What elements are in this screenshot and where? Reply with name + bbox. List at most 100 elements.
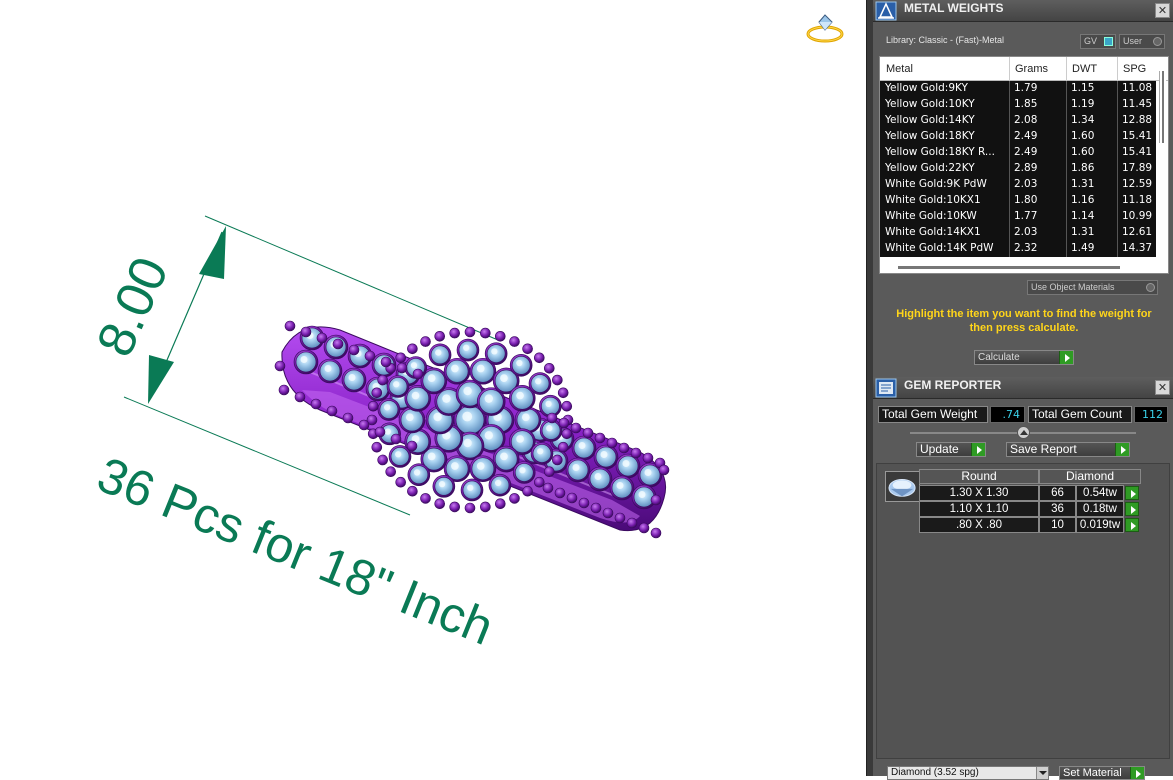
material-select[interactable]: Diamond (3.52 spg) [887, 766, 1049, 780]
table-horizontal-scrollbar[interactable] [898, 266, 1120, 269]
table-row[interactable]: Yellow Gold:9KY 1.79 1.15 11.08 [880, 81, 1156, 97]
table-row[interactable]: White Gold:10KW 1.77 1.14 10.99 [880, 209, 1156, 225]
gem-highlight [535, 378, 542, 385]
user-toggle[interactable]: User [1119, 34, 1165, 49]
panel-splitter[interactable] [866, 0, 873, 776]
bead [278, 384, 290, 396]
gem-highlight [348, 374, 356, 381]
gem-reporter-close-button[interactable]: ✕ [1155, 380, 1170, 395]
gem-count: 10 [1039, 517, 1076, 533]
gem-highlight [516, 435, 524, 443]
column-header-grams[interactable]: Grams [1015, 63, 1048, 75]
table-row[interactable]: White Gold:14K PdW 2.32 1.49 14.37 [880, 241, 1156, 257]
bead [464, 326, 476, 338]
calculate-label: Calculate [978, 352, 1020, 363]
play-icon [1115, 443, 1129, 456]
bead [407, 485, 418, 497]
bead [374, 426, 386, 438]
table-row[interactable]: Yellow Gold:14KY 2.08 1.34 12.88 [880, 113, 1156, 129]
gem-highlight [451, 364, 459, 373]
3d-viewport[interactable]: 8.00 36 Pcs for 18" Inch [0, 0, 866, 776]
table-row[interactable]: White Gold:10KX1 1.80 1.16 11.18 [880, 193, 1156, 209]
table-vertical-scrollbar[interactable] [1159, 71, 1166, 143]
gem-report-icon [875, 378, 897, 398]
gem-highlight [491, 348, 498, 355]
table-row[interactable]: Yellow Gold:22KY 2.89 1.86 17.89 [880, 161, 1156, 177]
bead [494, 498, 506, 509]
set-material-button[interactable]: Set Material [1059, 766, 1145, 780]
user-toggle-indicator [1153, 37, 1162, 46]
select-gem-button[interactable] [1125, 518, 1139, 532]
gem-highlight [384, 428, 391, 435]
gem-highlight [324, 365, 332, 372]
table-row[interactable]: White Gold:9K PdW 2.03 1.31 12.59 [880, 177, 1156, 193]
bead [310, 398, 322, 410]
metal-weights-close-button[interactable]: ✕ [1155, 3, 1170, 18]
gv-toggle-label: GV [1084, 36, 1098, 46]
bead [522, 343, 533, 355]
bead [464, 502, 476, 514]
dimension-value: 8.00 [86, 249, 180, 365]
bead [348, 344, 360, 356]
gem-count: 36 [1039, 501, 1076, 517]
gem-highlight [500, 374, 508, 383]
update-button[interactable]: Update [916, 442, 986, 457]
use-object-materials-toggle[interactable]: Use Object Materials [1027, 280, 1158, 295]
gem-highlight [546, 425, 553, 432]
scale-icon [875, 1, 897, 21]
gem-highlight [594, 473, 602, 480]
bead [650, 494, 662, 506]
round-gem-thumbnail[interactable] [885, 471, 920, 502]
gem-row[interactable]: .80 X .80 10 0.019tw [919, 517, 1171, 533]
metal-weights-header: METAL WEIGHTS ✕ [873, 0, 1173, 22]
gem-highlight [435, 349, 442, 356]
gem-highlight [537, 448, 544, 455]
bead [509, 336, 520, 347]
total-gem-count-label: Total Gem Count [1028, 406, 1132, 423]
metal-rows: Yellow Gold:9KY 1.79 1.15 11.08 Yellow Gold… [880, 81, 1156, 257]
round-gem-icon [888, 479, 916, 497]
column-header-dwt[interactable]: DWT [1072, 63, 1097, 75]
gem-highlight [427, 374, 436, 383]
bead [533, 352, 545, 364]
bead [385, 466, 397, 478]
gem-weight: 0.019tw [1076, 517, 1124, 533]
table-row[interactable]: Yellow Gold:18KY R... 2.49 1.60 15.41 [880, 145, 1156, 161]
column-header-spg[interactable]: SPG [1123, 63, 1146, 75]
bead [274, 360, 286, 372]
gem-row[interactable]: 1.30 X 1.30 66 0.54tw [919, 485, 1171, 501]
table-row[interactable]: White Gold:14KX1 2.03 1.31 12.61 [880, 225, 1156, 241]
bead [367, 400, 379, 412]
gem-report-list: Round Diamond 1.30 X 1.30 66 0.54tw 1.10… [876, 463, 1170, 759]
gem-row[interactable]: 1.10 X 1.10 36 0.18tw [919, 501, 1171, 517]
column-header-metal[interactable]: Metal [886, 63, 913, 75]
bead [566, 492, 578, 504]
bead [406, 440, 418, 452]
select-gem-button[interactable] [1125, 502, 1139, 516]
bead [557, 387, 569, 399]
gem-weight: 0.18tw [1076, 501, 1124, 517]
gem-reporter-header: GEM REPORTER ✕ [873, 377, 1173, 399]
bead [533, 476, 545, 488]
metal-weights-title: METAL WEIGHTS [904, 1, 1004, 15]
view-orientation-icon[interactable] [805, 12, 845, 44]
chevron-down-icon [1036, 767, 1048, 779]
calculate-button[interactable]: Calculate [974, 350, 1074, 365]
bead [407, 343, 418, 355]
bead [342, 412, 354, 424]
gv-toggle[interactable]: GV [1080, 34, 1116, 49]
table-row[interactable]: Yellow Gold:18KY 2.49 1.60 15.41 [880, 129, 1156, 145]
bead [396, 362, 408, 374]
select-gem-button[interactable] [1125, 486, 1139, 500]
gem-highlight [516, 359, 523, 367]
gem-material-header: Diamond [1039, 469, 1141, 484]
metal-weights-table[interactable]: Metal Grams DWT SPG Yellow Gold:9KY 1.79 1… [879, 56, 1169, 274]
gem-highlight [616, 482, 624, 489]
user-toggle-label: User [1123, 36, 1143, 46]
save-report-button[interactable]: Save Report [1006, 442, 1130, 457]
table-row[interactable]: Yellow Gold:10KY 1.85 1.19 11.45 [880, 97, 1156, 113]
bead [546, 412, 558, 424]
gem-highlight [427, 452, 436, 461]
bead [561, 428, 573, 440]
gem-slider-handle[interactable] [1017, 426, 1030, 439]
